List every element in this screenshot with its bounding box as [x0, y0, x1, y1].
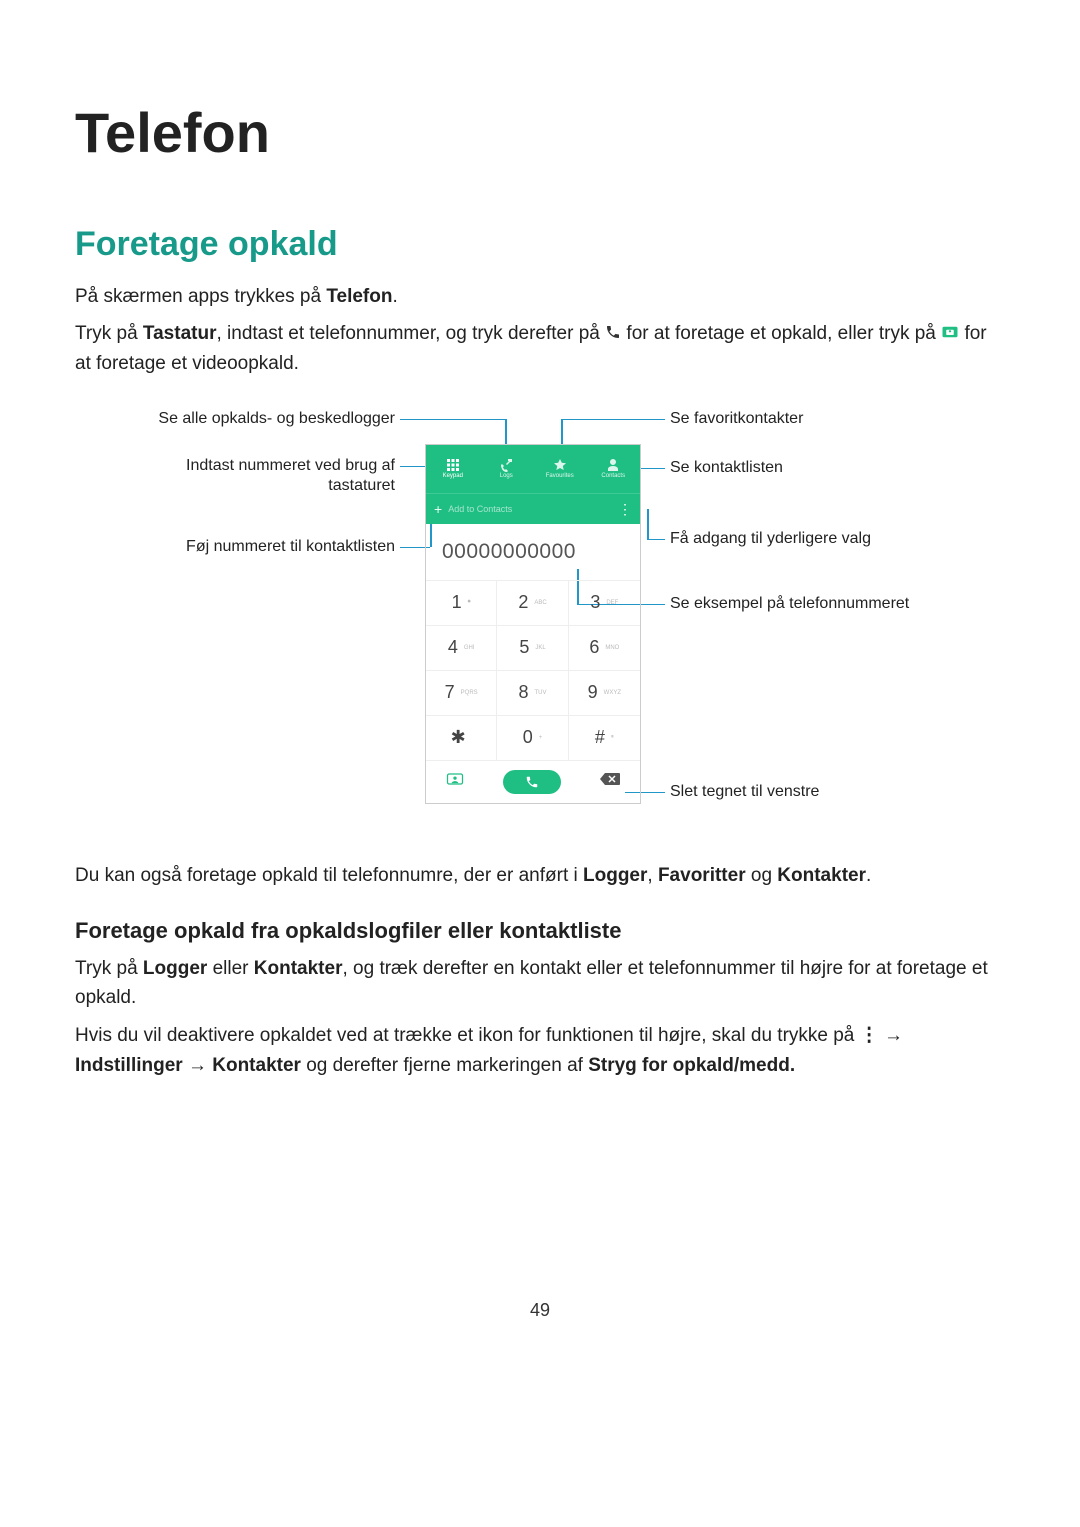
- video-call-icon: [941, 320, 959, 349]
- paragraph-3: Du kan også foretage opkald til telefonn…: [75, 861, 1005, 890]
- annotation-add: Føj nummeret til kontaktlisten: [75, 537, 395, 558]
- call-button[interactable]: [503, 770, 561, 794]
- annotation-logs: Se alle opkalds- og beskedlogger: [75, 409, 395, 430]
- key-8[interactable]: 8TUV: [497, 671, 568, 716]
- subsection-heading: Foretage opkald fra opkaldslogfiler elle…: [75, 918, 1005, 944]
- more-icon[interactable]: ⋮: [618, 502, 632, 516]
- more-vertical-icon: ⋮: [860, 1021, 879, 1050]
- logs-icon: [499, 458, 513, 472]
- key-hash[interactable]: #⏸: [569, 716, 640, 761]
- annotation-delete: Slet tegnet til venstre: [670, 782, 819, 803]
- annotation-contacts: Se kontaktlisten: [670, 458, 783, 479]
- key-2[interactable]: 2ABC: [497, 581, 568, 626]
- annotation-more: Få adgang til yderligere valg: [670, 529, 871, 550]
- paragraph-5: Hvis du vil deaktivere opkaldet ved at t…: [75, 1021, 1005, 1080]
- key-9[interactable]: 9WXYZ: [569, 671, 640, 716]
- key-6[interactable]: 6MNO: [569, 626, 640, 671]
- phone-diagram: Se alle opkalds- og beskedlogger Indtast…: [75, 409, 1005, 839]
- key-5[interactable]: 5JKL: [497, 626, 568, 671]
- plus-icon: +: [434, 501, 442, 517]
- phone-screenshot: Keypad Logs Favourites Contacts: [425, 444, 641, 804]
- key-3[interactable]: 3DEF: [569, 581, 640, 626]
- key-0[interactable]: 0+: [497, 716, 568, 761]
- keypad-icon: [446, 458, 460, 472]
- tab-favourites[interactable]: Favourites: [533, 445, 587, 493]
- dial-grid: 1⏺ 2ABC 3DEF 4GHI 5JKL 6MNO 7PQRS 8TUV 9…: [426, 581, 640, 761]
- backspace-button[interactable]: [599, 772, 621, 791]
- key-4[interactable]: 4GHI: [426, 626, 497, 671]
- annotation-example: Se eksempel på telefonnummeret: [670, 594, 909, 615]
- tab-contacts[interactable]: Contacts: [587, 445, 641, 493]
- page-title: Telefon: [75, 100, 1005, 165]
- key-star[interactable]: ✱: [426, 716, 497, 761]
- paragraph-1: På skærmen apps trykkes på Telefon.: [75, 282, 1005, 311]
- paragraph-2: Tryk på Tastatur, indtast et telefonnumm…: [75, 319, 1005, 378]
- tab-logs[interactable]: Logs: [480, 445, 534, 493]
- video-call-button[interactable]: [445, 770, 465, 793]
- annotation-fav: Se favoritkontakter: [670, 409, 803, 430]
- key-7[interactable]: 7PQRS: [426, 671, 497, 716]
- section-heading: Foretage opkald: [75, 225, 1005, 264]
- phone-icon: [605, 320, 621, 349]
- key-1[interactable]: 1⏺: [426, 581, 497, 626]
- tab-keypad[interactable]: Keypad: [426, 445, 480, 493]
- star-icon: [553, 458, 567, 472]
- paragraph-4: Tryk på Logger eller Kontakter, og træk …: [75, 954, 1005, 1013]
- annotation-keypad: Indtast nummeret ved brug aftastaturet: [75, 456, 395, 498]
- page-number: 49: [75, 1300, 1005, 1321]
- add-to-contacts-row[interactable]: + Add to Contacts ⋮: [426, 493, 640, 524]
- contact-icon: [606, 458, 620, 472]
- number-display: 00000000000: [426, 524, 640, 581]
